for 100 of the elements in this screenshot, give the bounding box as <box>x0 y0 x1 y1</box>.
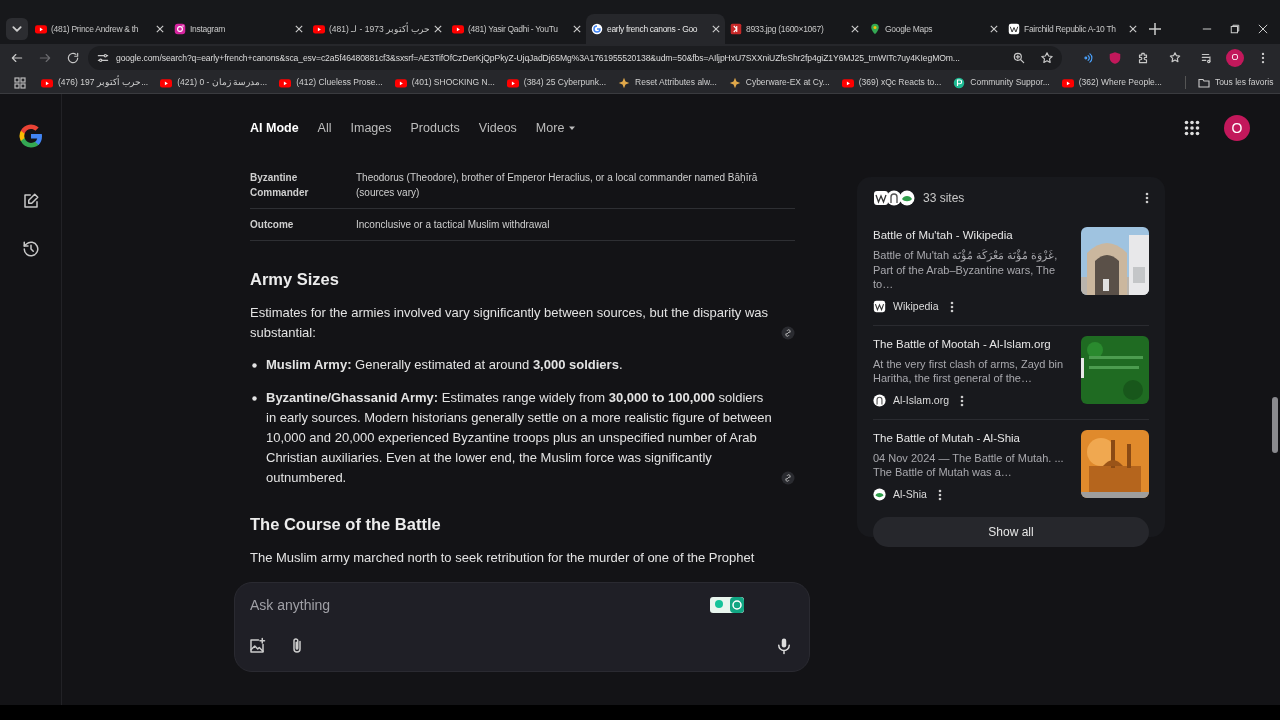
play-icon <box>41 76 53 89</box>
microphone-icon[interactable] <box>775 637 793 655</box>
source-title-link[interactable]: Battle of Mu'tah - Wikipedia <box>873 227 1071 245</box>
sources-count: 33 sites <box>923 190 965 207</box>
link-icon[interactable] <box>781 471 795 485</box>
section-heading: Army Sizes <box>250 269 340 289</box>
close-icon[interactable] <box>295 25 303 33</box>
bookmark-item[interactable]: Community Suppor... <box>948 73 1055 92</box>
apps-grid-icon[interactable] <box>1184 120 1200 136</box>
source-title-link[interactable]: The Battle of Mutah - Al-Shia <box>873 429 1071 447</box>
play-icon <box>506 76 519 89</box>
new-chat-icon[interactable] <box>21 192 40 210</box>
bookmark-item[interactable]: (412) Clueless Prose... <box>274 73 388 92</box>
all-bookmarks-button[interactable]: Tous les favoris <box>1184 76 1280 89</box>
close-icon[interactable] <box>573 25 581 33</box>
more-options-icon[interactable] <box>1145 192 1149 204</box>
more-options-icon[interactable] <box>949 300 954 313</box>
show-all-button[interactable]: Show all <box>873 516 1149 547</box>
bookmark-title: Reset Attributes alw... <box>635 76 717 89</box>
camera-icon <box>174 23 186 35</box>
table-cell-text: Inconclusive or a tactical Muslim withdrawal <box>356 218 551 232</box>
bookmark-title: Cyberware-EX at Cy... <box>745 76 830 89</box>
profile-button[interactable]: O <box>1226 49 1244 67</box>
browser-tab[interactable]: (481) حرب أكتوبر 1973 - لـ <box>308 14 447 44</box>
tab-search-button[interactable] <box>6 18 28 40</box>
close-icon[interactable] <box>434 25 443 33</box>
nav-tab[interactable]: All <box>317 118 332 138</box>
source-name: Wikipedia <box>893 298 939 314</box>
bookmark-item[interactable]: Reset Attributes alw... <box>613 73 722 92</box>
source-snippet: At the very first clash of arms, Zayd bin Haritha, the first general of the… <box>873 356 1065 386</box>
table-header-cell-text: Byzantine Commander <box>250 171 310 200</box>
globe-icon <box>873 300 886 314</box>
close-window-button[interactable] <box>1258 24 1268 34</box>
table-cell-text: Theodorus (Theodore), brother of Emperor Heraclius, or a local commander named Bāḥīrā (sources vary) <box>356 171 759 200</box>
bullet-icon <box>252 396 257 401</box>
close-icon[interactable] <box>851 25 859 33</box>
source-name: Al-Islam.org <box>893 392 949 408</box>
bookmark-item[interactable]: (362) Where People... <box>1056 73 1167 92</box>
grammar-assistant-icon[interactable] <box>710 596 744 614</box>
bookmark-item[interactable]: (401) SHOCKING N... <box>389 73 500 92</box>
nav-tab[interactable]: Products <box>410 118 460 138</box>
link-icon[interactable] <box>781 326 795 340</box>
scrollbar-thumb[interactable] <box>1272 397 1278 453</box>
map-pin-icon <box>869 23 881 35</box>
apps-icon[interactable] <box>14 76 26 89</box>
browser-tab[interactable]: Instagram <box>169 14 308 44</box>
source-snippet: Battle of Mu'tah غَزْوَة مُؤْتَة مَعْرَكَة مُؤْتَة, Part of the Arab–Byzantine wars, The to… <box>873 248 1059 292</box>
more-options-icon[interactable] <box>960 394 964 407</box>
browser-tab[interactable]: Google Maps <box>864 14 1003 44</box>
play-icon <box>452 23 464 35</box>
bookmark-item[interactable]: (384) 25 Cyberpunk... <box>501 73 611 92</box>
tab-title: 8933.jpg (1600×1067) <box>746 22 825 36</box>
add-image-icon[interactable] <box>248 637 266 655</box>
address-bar[interactable]: google.com/search?q=early+french+canons&sca_esv=c2a5f46480881cf3&sxsrf=AE3TifOfCzDerKjQpPkyZ-UjqJadDj65Mg%3A1761955520138&udm=50&fbs=AIljpHxU7SXXniUZfeShr2fp4giZ1Y6MJ25_tmWITc7uy4KIegMOm... <box>88 46 1062 70</box>
tab-title: early french canons - Goo <box>607 22 699 36</box>
browser-tab[interactable]: 8933.jpg (1600×1067) <box>725 14 864 44</box>
browser-tab[interactable]: Fairchild Republic A-10 Th <box>1003 14 1142 44</box>
zoom-icon[interactable] <box>1012 51 1026 65</box>
extensions-icon[interactable] <box>1136 51 1150 65</box>
arch-icon <box>873 394 886 408</box>
google-icon <box>591 23 603 35</box>
close-icon[interactable] <box>156 25 164 33</box>
history-icon[interactable] <box>21 240 40 258</box>
forward-button[interactable] <box>38 51 52 65</box>
browser-tab[interactable]: early french canons - Goo <box>586 14 725 44</box>
bookmark-star-icon[interactable] <box>1040 51 1054 65</box>
support-icon <box>953 76 966 89</box>
nav-tab[interactable]: AI Mode <box>250 118 299 138</box>
reload-button[interactable] <box>66 51 80 65</box>
source-title-link[interactable]: The Battle of Mootah - Al-Islam.org <box>873 335 1071 353</box>
list-item-text: Muslim Army: Generally estimated at around 3,000 soldiers. <box>266 356 623 374</box>
bookmark-item[interactable]: (369) xQc Reacts to... <box>836 73 947 92</box>
bookmark-item[interactable]: Cyberware-EX at Cy... <box>723 73 835 92</box>
bookmark-item[interactable]: (476) حرب أكتوبر 197... <box>36 73 154 92</box>
media-icon[interactable] <box>1200 51 1214 65</box>
new-tab-button[interactable] <box>1148 22 1162 36</box>
favorites-icon[interactable] <box>1168 51 1182 65</box>
bookmark-title: (412) Clueless Prose... <box>296 76 383 89</box>
avatar[interactable]: O <box>1224 115 1250 141</box>
leaf-icon <box>899 190 915 206</box>
bookmark-item[interactable]: (421) مدرسة زمان - 0... <box>155 73 273 92</box>
browser-tab[interactable]: (481) Prince Andrew & th <box>30 14 169 44</box>
shield-extension-icon[interactable] <box>1108 51 1122 65</box>
bookmark-title: (401) SHOCKING N... <box>411 76 495 89</box>
more-options-icon[interactable] <box>937 488 942 501</box>
browser-tab[interactable]: (481) Yasir Qadhi - YouTu <box>447 14 586 44</box>
play-icon <box>313 23 325 35</box>
caret-icon <box>568 124 577 132</box>
close-icon[interactable] <box>712 25 720 33</box>
site-info-icon[interactable] <box>96 51 110 65</box>
back-button[interactable] <box>10 51 24 65</box>
restore-button[interactable] <box>1230 24 1240 34</box>
nav-tab[interactable]: Images <box>350 118 392 138</box>
bookmark-title: (369) xQc Reacts to... <box>858 76 942 89</box>
close-icon[interactable] <box>1129 25 1137 33</box>
source-name: Al-Shia <box>893 486 927 502</box>
more-menu[interactable]: More <box>535 118 577 138</box>
close-icon[interactable] <box>990 25 998 33</box>
ask-input-field[interactable]: Ask anything <box>250 595 690 616</box>
nav-tab[interactable]: Videos <box>478 118 517 138</box>
